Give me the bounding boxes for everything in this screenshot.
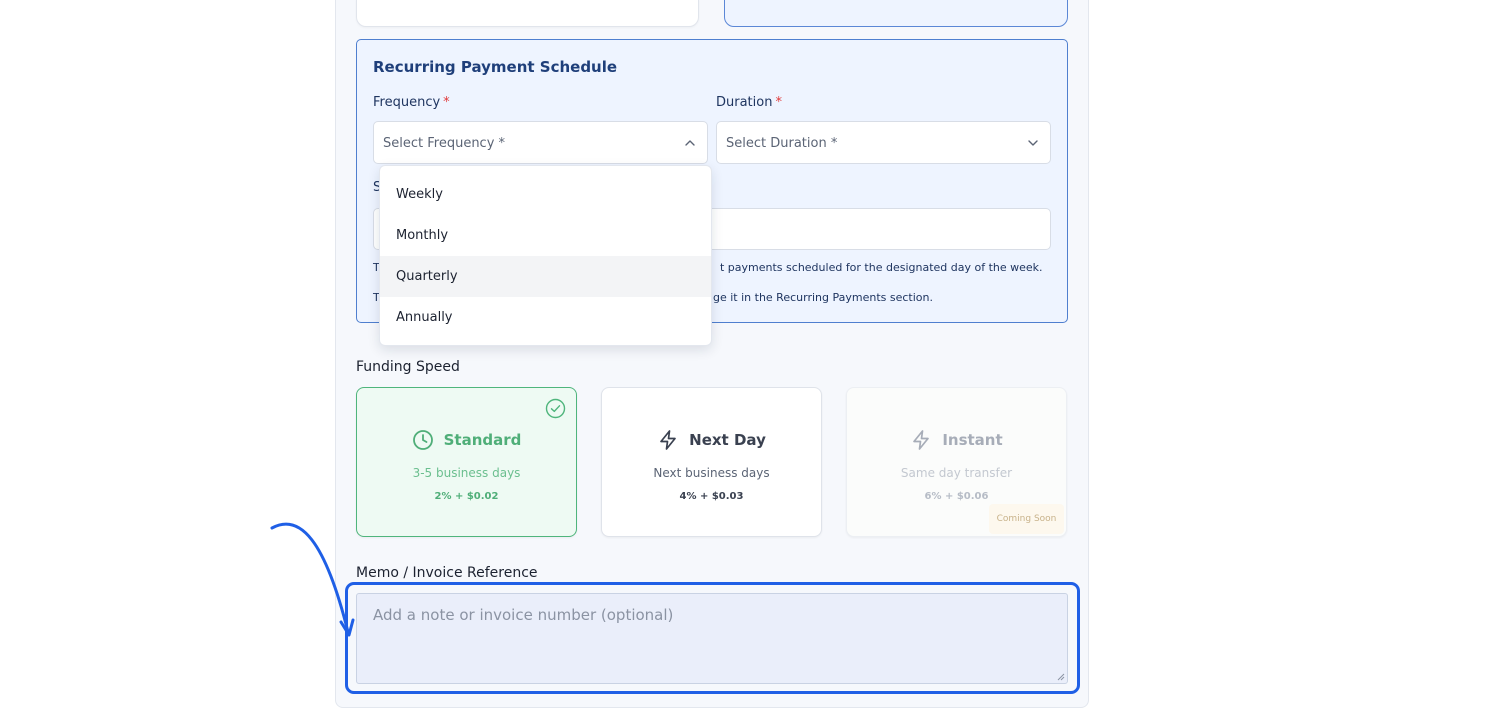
frequency-option-weekly[interactable]: Weekly — [380, 174, 711, 215]
clock-icon — [412, 430, 433, 450]
funding-speed-label: Funding Speed — [356, 359, 460, 375]
funding-option-title: Next Day — [689, 431, 766, 449]
funding-option-fee: 6% + $0.06 — [924, 491, 989, 502]
funding-option-title: Standard — [443, 431, 522, 449]
duration-label: Duration * — [716, 95, 782, 110]
funding-option-next-day[interactable]: Next Day Next business days 4% + $0.03 — [601, 387, 822, 537]
pointer-arrow-annotation — [270, 522, 355, 637]
frequency-select-value: Select Frequency * — [383, 136, 506, 151]
memo-highlight-outline — [345, 582, 1080, 694]
frequency-label-text: Frequency — [373, 95, 441, 110]
frequency-select[interactable]: Select Frequency * — [373, 121, 708, 164]
funding-option-subtitle: 3-5 business days — [412, 466, 521, 480]
duration-label-text: Duration — [716, 95, 773, 110]
required-marker: * — [443, 95, 450, 110]
funding-option-fee: 2% + $0.02 — [434, 491, 499, 502]
funding-option-title: Instant — [942, 431, 1003, 449]
frequency-option-annually[interactable]: Annually — [380, 297, 711, 338]
check-circle-icon — [545, 398, 566, 419]
frequency-label: Frequency * — [373, 95, 450, 110]
schedule-note-2-end: ge it in the Recurring Payments section. — [713, 291, 933, 304]
lightning-icon — [660, 430, 677, 450]
frequency-option-quarterly[interactable]: Quarterly — [380, 256, 711, 297]
required-marker: * — [775, 95, 782, 110]
funding-option-standard[interactable]: Standard 3-5 business days 2% + $0.02 — [356, 387, 577, 537]
chevron-up-icon — [685, 140, 695, 146]
chevron-down-icon — [1028, 140, 1038, 146]
top-card-right-selected[interactable] — [724, 0, 1068, 27]
funding-option-instant: Instant Same day transfer 6% + $0.06 Com… — [846, 387, 1067, 537]
funding-option-fee: 4% + $0.03 — [679, 491, 744, 502]
duration-select[interactable]: Select Duration * — [716, 121, 1051, 164]
duration-select-value: Select Duration * — [726, 136, 838, 151]
memo-label: Memo / Invoice Reference — [356, 565, 538, 581]
recurring-schedule-title: Recurring Payment Schedule — [373, 58, 618, 76]
coming-soon-badge: Coming Soon — [989, 504, 1064, 534]
frequency-option-monthly[interactable]: Monthly — [380, 215, 711, 256]
top-card-left[interactable] — [356, 0, 699, 27]
frequency-dropdown-menu: Weekly Monthly Quarterly Annually — [379, 165, 712, 346]
funding-option-subtitle: Next business days — [653, 466, 770, 480]
schedule-note-1-end: t payments scheduled for the designated … — [720, 261, 1043, 274]
funding-option-subtitle: Same day transfer — [900, 466, 1013, 480]
lightning-icon — [913, 430, 930, 450]
